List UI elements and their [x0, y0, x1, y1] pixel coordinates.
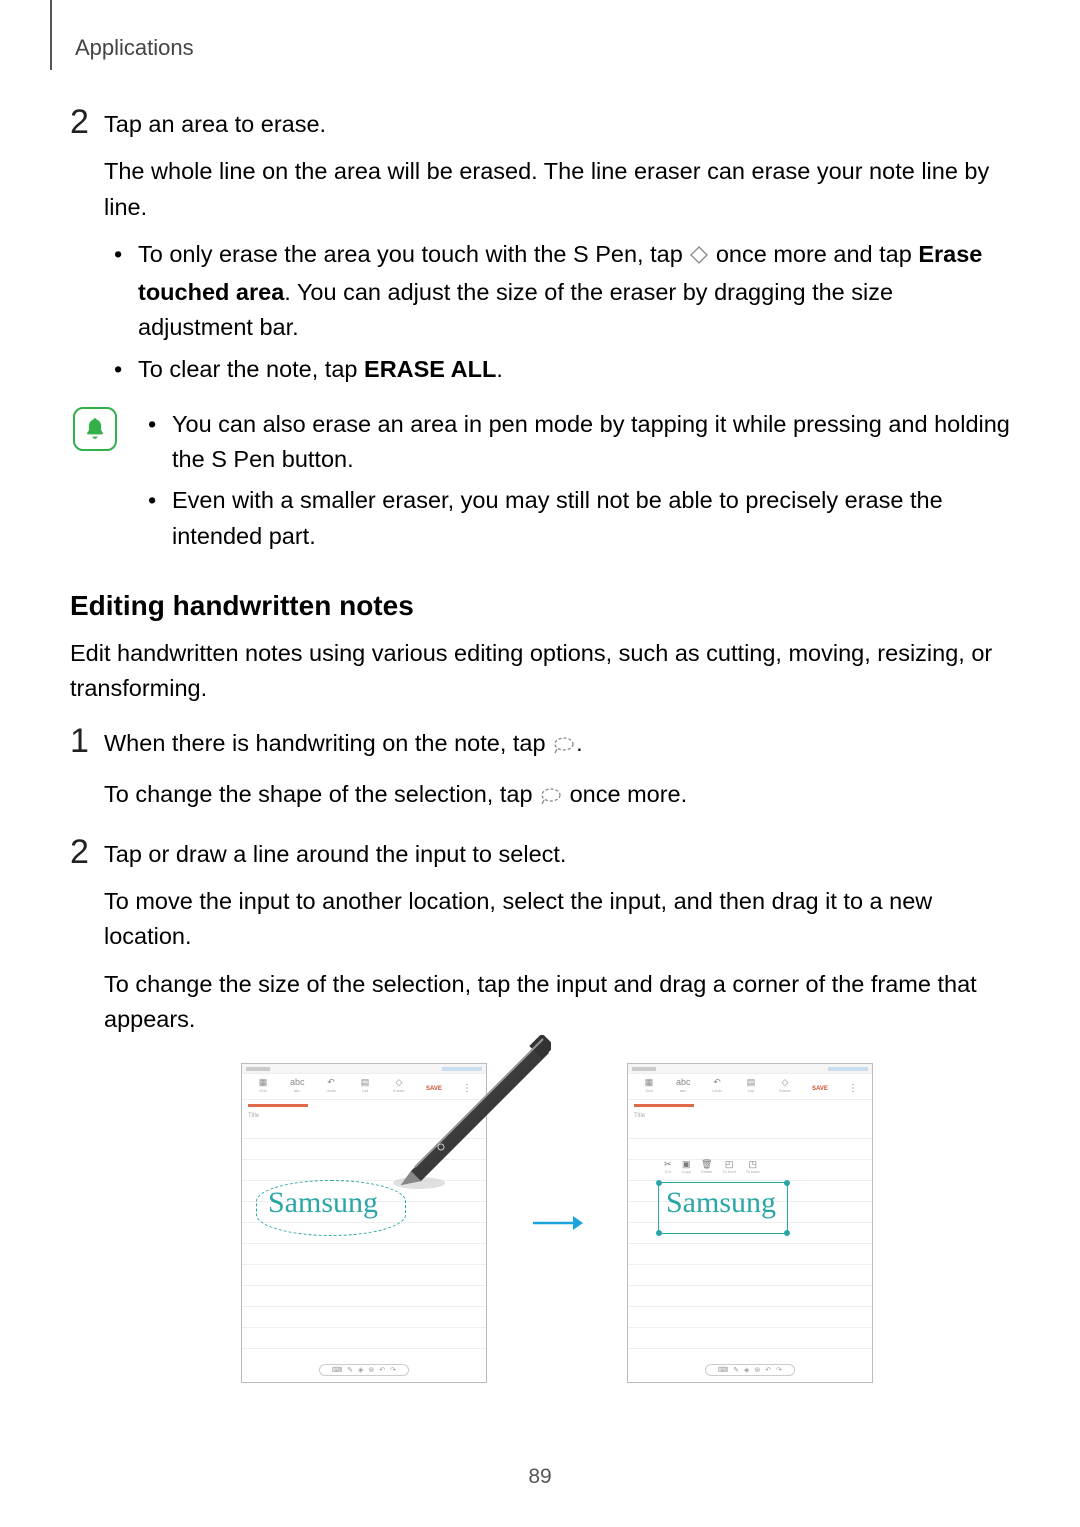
lasso-select-icon — [539, 780, 563, 815]
section-intro: Edit handwritten notes using various edi… — [70, 636, 1010, 707]
spen-icon — [391, 1035, 551, 1195]
handwriting-sample: Samsung — [666, 1186, 776, 1220]
bell-icon — [73, 407, 117, 451]
step-line: The whole line on the area will be erase… — [104, 154, 1010, 225]
step-line: When there is handwriting on the note, t… — [104, 726, 1010, 764]
lasso-select-icon — [552, 729, 576, 764]
step-number: 2 — [70, 835, 104, 1049]
illustration: ▦Grid abcabc ↶Undo ▤List ◇Eraser SAVE ⋮ … — [104, 1063, 1010, 1383]
handwriting-sample: Samsung — [268, 1186, 378, 1220]
step-line: To change the shape of the selection, ta… — [104, 777, 1010, 815]
arrow-right-icon — [531, 1202, 583, 1244]
section-heading: Editing handwritten notes — [70, 590, 1010, 622]
note-bullet: Even with a smaller eraser, you may stil… — [138, 483, 1010, 554]
step-erase: 2 Tap an area to erase. The whole line o… — [70, 105, 1010, 399]
step-2: 2 Tap or draw a line around the input to… — [70, 835, 1010, 1049]
step-1: 1 When there is handwriting on the note,… — [70, 724, 1010, 827]
bullet-item: To clear the note, tap ERASE ALL. — [104, 352, 1010, 387]
step-line: Tap or draw a line around the input to s… — [104, 837, 1010, 872]
step-number: 2 — [70, 105, 104, 399]
note-bullet: You can also erase an area in pen mode b… — [138, 407, 1010, 478]
step-number: 1 — [70, 724, 104, 827]
header-rule — [50, 0, 52, 70]
note-callout: You can also erase an area in pen mode b… — [70, 407, 1010, 572]
breadcrumb: Applications — [75, 35, 194, 61]
step-line: To change the size of the selection, tap… — [104, 967, 1010, 1038]
page-number: 89 — [0, 1465, 1080, 1489]
step-line: To move the input to another location, s… — [104, 884, 1010, 955]
step-line: Tap an area to erase. — [104, 107, 1010, 142]
bullet-item: To only erase the area you touch with th… — [104, 237, 1010, 346]
eraser-diamond-icon — [689, 240, 709, 275]
screenshot-right: ▦Grid abcabc ↶Undo ▤List ◇Eraser SAVE ⋮ … — [627, 1063, 873, 1383]
